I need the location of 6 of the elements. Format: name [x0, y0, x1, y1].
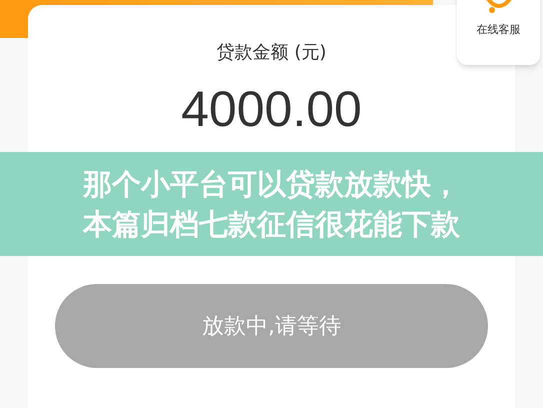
amount-value: 4000.00: [181, 84, 362, 134]
amount-label: 贷款金额 (元): [216, 41, 326, 65]
banner-title-line: 本篇归档七款征信很花能下款: [83, 206, 460, 243]
support-label: 在线客服: [476, 22, 520, 38]
support-widget[interactable]: 在线客服: [457, 0, 540, 65]
banner-title-line: 那个小平台可以贷款放款快，: [83, 166, 460, 203]
